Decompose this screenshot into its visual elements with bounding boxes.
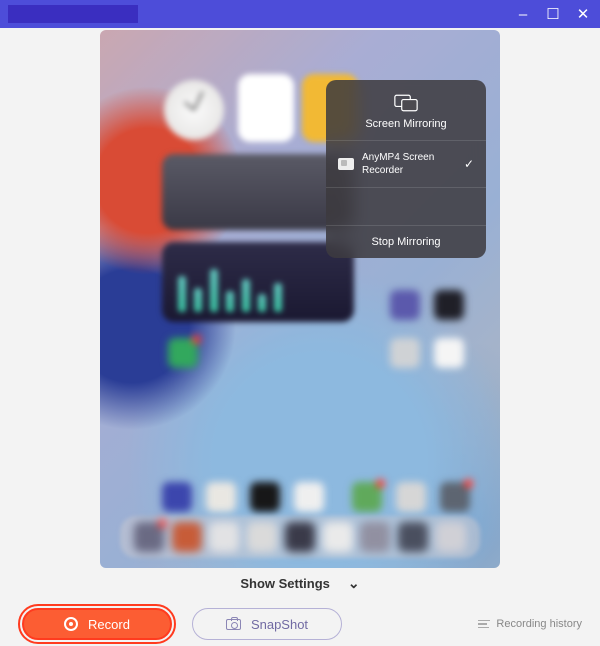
display-icon (338, 158, 354, 170)
snapshot-button[interactable]: SnapShot (192, 608, 342, 640)
app-icon (134, 522, 164, 552)
screen-mirroring-panel: Screen Mirroring AnyMP4 Screen Recorder … (326, 80, 486, 258)
app-icon (247, 522, 277, 552)
screen-mirroring-icon (394, 94, 418, 112)
show-settings-toggle[interactable]: Show Settings ⌄ (0, 568, 600, 598)
app-icon (396, 482, 426, 512)
action-row: Record SnapShot Recording history (0, 598, 600, 644)
maximize-button[interactable]: ☐ (544, 5, 562, 23)
recording-history-label: Recording history (496, 618, 582, 630)
stage-wrap: Screen Mirroring AnyMP4 Screen Recorder … (0, 28, 600, 568)
app-icon (209, 522, 239, 552)
record-icon (64, 617, 78, 631)
app-icon (162, 482, 192, 512)
screen-mirroring-title: Screen Mirroring (326, 118, 486, 130)
record-label: Record (88, 617, 130, 632)
stop-mirroring-button[interactable]: Stop Mirroring (326, 226, 486, 258)
device-preview: Screen Mirroring AnyMP4 Screen Recorder … (100, 30, 500, 568)
show-settings-label: Show Settings (240, 576, 330, 591)
camera-icon (226, 619, 241, 630)
app-logo (8, 5, 138, 23)
app-icon (294, 482, 324, 512)
title-bar: – ☐ ✕ (0, 0, 600, 28)
close-button[interactable]: ✕ (574, 5, 592, 23)
snapshot-label: SnapShot (251, 617, 308, 632)
app-icon (323, 522, 353, 552)
app-icon (206, 482, 236, 512)
app-icon (390, 290, 420, 320)
record-button[interactable]: Record (22, 608, 172, 640)
record-button-wrap: Record (18, 604, 176, 644)
app-icon (285, 522, 315, 552)
window-controls: – ☐ ✕ (514, 5, 592, 23)
list-icon (478, 620, 490, 629)
app-icon (390, 338, 420, 368)
app-icon (434, 290, 464, 320)
app-icon (440, 482, 470, 512)
app-icon (168, 338, 198, 368)
app-icon (352, 482, 382, 512)
screen-mirroring-header: Screen Mirroring (326, 80, 486, 140)
app-icon (250, 482, 280, 512)
mirroring-empty-row (326, 188, 486, 226)
recording-history-link[interactable]: Recording history (478, 618, 582, 630)
note-widget (238, 74, 294, 142)
app-icon (434, 338, 464, 368)
check-icon: ✓ (464, 157, 474, 171)
mirroring-device-row[interactable]: AnyMP4 Screen Recorder ✓ (326, 140, 486, 188)
app-icon (360, 522, 390, 552)
app-icon (436, 522, 466, 552)
minimize-button[interactable]: – (514, 5, 532, 23)
dock (120, 516, 480, 558)
clock-widget (164, 80, 224, 140)
chevron-down-icon: ⌄ (348, 575, 360, 592)
app-icon (172, 522, 202, 552)
widget (162, 242, 354, 322)
mirroring-device-name: AnyMP4 Screen Recorder (362, 151, 456, 177)
app-icon (398, 522, 428, 552)
